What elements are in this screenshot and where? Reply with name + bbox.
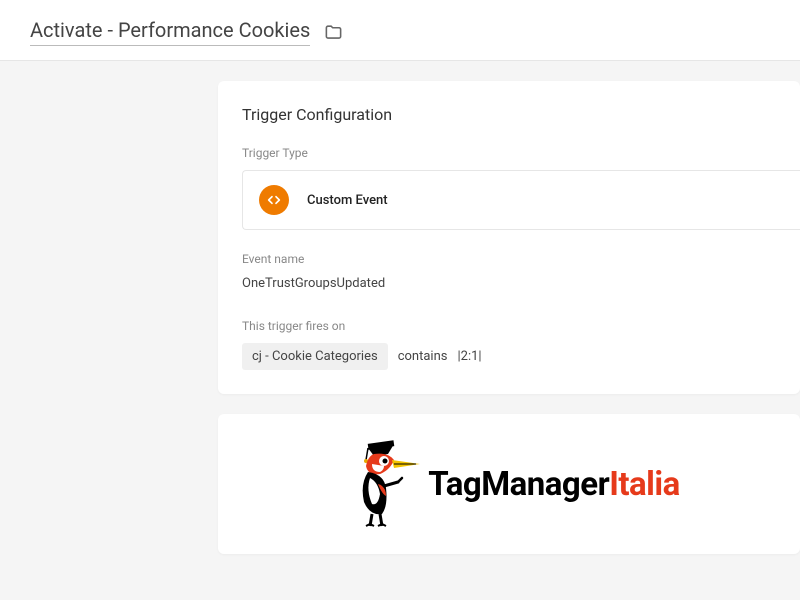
trigger-type-name: Custom Event (307, 193, 388, 208)
condition-operator: contains (398, 349, 448, 364)
condition-row: cj - Cookie Categories contains |2:1| (242, 343, 800, 370)
logo-text-main: TagManager (428, 465, 609, 504)
event-name-value: OneTrustGroupsUpdated (242, 276, 800, 291)
custom-event-icon (259, 185, 289, 215)
logo-text: TagManagerItalia (428, 465, 680, 504)
condition-value: |2:1| (457, 349, 481, 364)
card-title: Trigger Configuration (242, 105, 800, 124)
logo-text-accent: Italia (609, 465, 680, 504)
fires-on-label: This trigger fires on (242, 319, 800, 333)
condition-variable-chip[interactable]: cj - Cookie Categories (242, 343, 388, 370)
folder-icon[interactable] (324, 23, 343, 42)
trigger-config-card: Trigger Configuration Trigger Type Custo… (218, 81, 800, 394)
page-header: Activate - Performance Cookies (0, 0, 800, 61)
event-name-label: Event name (242, 252, 800, 266)
logo-card: TagManagerItalia (218, 414, 800, 554)
trigger-type-selector[interactable]: Custom Event (242, 170, 800, 230)
woodpecker-icon (338, 434, 428, 534)
page-title[interactable]: Activate - Performance Cookies (30, 18, 310, 46)
trigger-type-label: Trigger Type (242, 146, 800, 160)
